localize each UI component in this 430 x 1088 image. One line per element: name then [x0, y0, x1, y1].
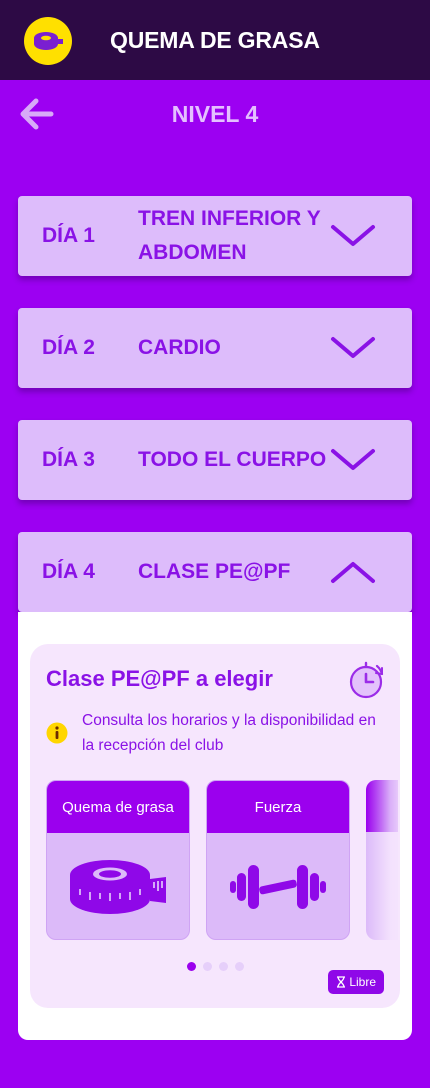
- option-card-fuerza[interactable]: Fuerza: [206, 780, 350, 940]
- day-3-accordion-header[interactable]: DÍA 3 TODO EL CUERPO: [18, 420, 412, 500]
- badge-label: Libre: [349, 975, 376, 989]
- pagination-dot[interactable]: [218, 962, 228, 971]
- day-name: TODO EL CUERPO: [138, 448, 327, 471]
- measuring-tape-icon: [70, 860, 166, 914]
- pagination-dot[interactable]: [234, 962, 244, 971]
- day-4-panel: Clase PE@PF a elegir Consulta los horari…: [18, 612, 412, 1040]
- pagination-dot[interactable]: [186, 962, 196, 971]
- hourglass-icon: [337, 976, 346, 988]
- day-4-accordion-header[interactable]: DÍA 4 CLASE PE@PF: [18, 532, 412, 612]
- info-text: Consulta los horarios y la disponibilida…: [82, 712, 376, 754]
- option-label: Fuerza: [207, 781, 349, 833]
- class-card-title: Clase PE@PF a elegir: [46, 666, 273, 691]
- day-label: DÍA 3: [42, 448, 95, 471]
- day-name: TREN INFERIOR Y ABDOMEN: [138, 207, 321, 264]
- day-label: DÍA 4: [42, 560, 95, 583]
- status-badge: Libre: [328, 970, 384, 994]
- day-label: DÍA 2: [42, 336, 95, 359]
- day-2-accordion-header[interactable]: DÍA 2 CARDIO: [18, 308, 412, 388]
- app-title: QUEMA DE GRASA: [110, 27, 320, 53]
- day-name: CLASE PE@PF: [138, 560, 291, 583]
- level-title: NIVEL 4: [171, 101, 259, 127]
- day-1-accordion-header[interactable]: DÍA 1 TREN INFERIOR Y ABDOMEN: [18, 196, 412, 276]
- chevron-up-icon: [331, 562, 375, 583]
- chevron-down-icon: [331, 449, 375, 470]
- class-options-carousel[interactable]: Quema de grasa Fuerza: [46, 780, 398, 942]
- measuring-tape-icon: [24, 17, 72, 65]
- pagination-dot[interactable]: [202, 962, 212, 971]
- stopwatch-icon[interactable]: [346, 660, 386, 700]
- chevron-down-icon: [331, 337, 375, 358]
- day-label: DÍA 1: [42, 224, 95, 247]
- top-app-bar: QUEMA DE GRASA: [0, 0, 430, 80]
- option-label: Quema de grasa: [47, 781, 189, 833]
- day-name: CARDIO: [138, 336, 221, 359]
- option-card-quema-de-grasa[interactable]: Quema de grasa: [46, 780, 190, 940]
- dumbbell-icon: [230, 865, 326, 909]
- chevron-down-icon: [331, 225, 375, 246]
- info-icon: [46, 722, 68, 744]
- option-card-next-peek[interactable]: [366, 780, 398, 940]
- class-selection-card: Clase PE@PF a elegir Consulta los horari…: [30, 644, 400, 1008]
